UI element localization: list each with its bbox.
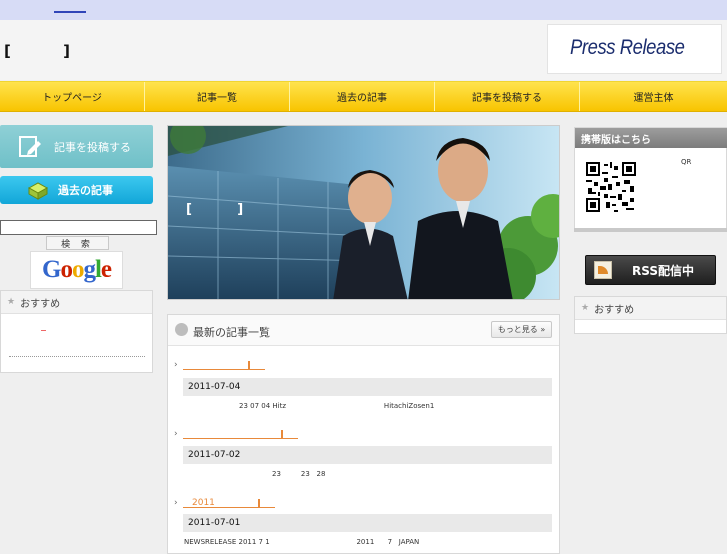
- article-link-bar: [248, 361, 250, 369]
- mobile-version-title: 携帯版はこちら: [575, 128, 727, 148]
- past-articles-button[interactable]: 過去の記事: [0, 176, 153, 204]
- hero-title: [ ]: [186, 202, 244, 217]
- latest-articles-title: 最新の記事一覧: [193, 326, 270, 339]
- chevron-right-icon: ›: [174, 360, 178, 370]
- top-link[interactable]: [54, 11, 86, 13]
- cube-icon: [27, 182, 49, 200]
- rss-label: RSS配信中: [632, 263, 694, 278]
- chevron-right-icon: ›: [174, 429, 178, 439]
- search-input[interactable]: [0, 220, 157, 235]
- chevron-right-icon: ›: [174, 498, 178, 508]
- mobile-box-footer: [574, 228, 727, 232]
- star-icon: ★: [7, 297, 16, 307]
- article-summary: 23 07 04 Hitz HitachiZosen1: [239, 402, 435, 410]
- google-letter: G: [41, 256, 61, 283]
- google-letter: g: [83, 256, 95, 283]
- site-title[interactable]: [ ]: [4, 42, 70, 60]
- leaf-icon: [175, 323, 188, 336]
- nav-operator[interactable]: 運営主体: [580, 82, 727, 111]
- rss-icon: [594, 261, 612, 279]
- nav-past-articles[interactable]: 過去の記事: [290, 82, 435, 111]
- press-release-logo[interactable]: Press Release Press Release: [547, 24, 722, 74]
- right-recommend-title: おすすめ: [594, 304, 635, 316]
- article-summary: 23 23 28: [272, 470, 326, 478]
- right-recommend-box: ★ おすすめ: [574, 296, 727, 334]
- more-button[interactable]: もっと見る »: [491, 321, 552, 338]
- past-articles-label: 過去の記事: [58, 184, 113, 197]
- pencil-note-icon: [19, 135, 41, 157]
- google-logo[interactable]: Google: [30, 251, 123, 289]
- qr-label: QR: [681, 158, 692, 166]
- nav-article-list[interactable]: 記事一覧: [145, 82, 290, 111]
- article-link[interactable]: [183, 369, 265, 370]
- left-recommend-box: ★ おすすめ: [0, 290, 153, 373]
- qr-code-icon[interactable]: [586, 162, 636, 212]
- search-button[interactable]: 検 索: [46, 236, 109, 250]
- recommend-link[interactable]: [41, 330, 46, 331]
- article-link[interactable]: [183, 438, 298, 439]
- star-icon: ★: [581, 303, 590, 313]
- left-recommend-title: おすすめ: [20, 298, 61, 310]
- dotted-divider: [9, 356, 145, 357]
- article-date: 2011-07-02: [183, 446, 552, 464]
- post-article-label: 記事を投稿する: [54, 140, 131, 154]
- post-article-button[interactable]: 記事を投稿する: [0, 125, 153, 168]
- left-recommend-header: ★ おすすめ: [1, 291, 152, 314]
- google-letter: o: [60, 256, 72, 283]
- google-letter: e: [100, 256, 112, 283]
- nav-post-article[interactable]: 記事を投稿する: [435, 82, 580, 111]
- article-date: 2011-07-04: [183, 378, 552, 396]
- main-nav: トップページ 記事一覧 過去の記事 記事を投稿する 運営主体: [0, 81, 727, 112]
- article-link[interactable]: [183, 507, 275, 508]
- article-link-bar: [281, 430, 283, 438]
- right-recommend-header: ★ おすすめ: [575, 297, 726, 320]
- logo-text: Press Release: [570, 36, 685, 59]
- rss-button[interactable]: RSS配信中: [585, 255, 716, 285]
- top-bar: [0, 0, 727, 20]
- article-link-bar: [258, 499, 260, 507]
- article-date: 2011-07-01: [183, 514, 552, 532]
- nav-top-page[interactable]: トップページ: [0, 82, 145, 111]
- google-letter: o: [71, 256, 84, 283]
